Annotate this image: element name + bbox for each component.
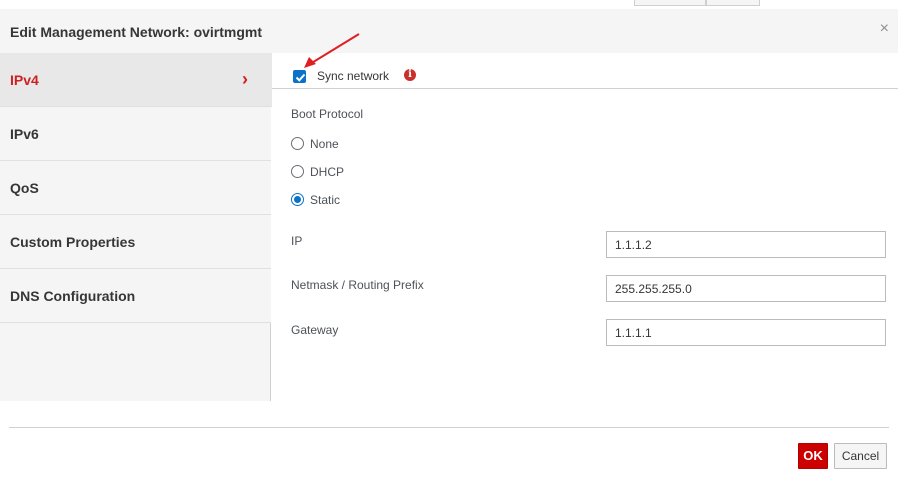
ok-button[interactable]: OK — [798, 443, 828, 469]
ip-label: IP — [291, 234, 303, 248]
sidebar-item-label: DNS Configuration — [10, 288, 136, 304]
sidebar-item-label: IPv6 — [10, 126, 39, 142]
background-window-strip — [0, 0, 898, 8]
radio-static[interactable] — [291, 193, 304, 206]
radio-label: Static — [310, 193, 341, 207]
gateway-label: Gateway — [291, 323, 339, 337]
check-icon — [295, 73, 306, 82]
sidebar-item-dns-configuration[interactable]: DNS Configuration — [0, 269, 271, 323]
background-window-fragment — [706, 0, 760, 6]
info-icon[interactable]: i — [404, 69, 416, 81]
boot-protocol-label: Boot Protocol — [291, 107, 364, 121]
ip-input[interactable] — [606, 231, 886, 258]
sidebar-item-custom-properties[interactable]: Custom Properties — [0, 215, 271, 269]
sidebar-item-qos[interactable]: QoS — [0, 161, 271, 215]
sidebar-item-ipv6[interactable]: IPv6 — [0, 107, 271, 161]
sync-network-label: Sync network — [317, 69, 390, 83]
chevron-right-icon: › — [242, 69, 248, 89]
sync-network-checkbox[interactable] — [293, 70, 306, 83]
radio-none[interactable] — [291, 137, 304, 150]
sidebar: IPv4 › IPv6 QoS Custom Properties DNS Co… — [0, 53, 272, 401]
netmask-input[interactable] — [606, 275, 886, 302]
annotation-arrow-icon — [304, 33, 360, 68]
radio-dhcp[interactable] — [291, 165, 304, 178]
close-icon[interactable]: × — [880, 20, 889, 38]
radio-label: None — [310, 137, 339, 151]
sidebar-item-label: Custom Properties — [10, 234, 136, 250]
background-window-fragment — [634, 0, 706, 6]
cancel-button[interactable]: Cancel — [834, 443, 887, 469]
gateway-input[interactable] — [606, 319, 886, 346]
dialog-title: Edit Management Network: ovirtmgmt — [10, 24, 263, 40]
sidebar-item-label: IPv4 — [10, 72, 39, 88]
footer-divider — [9, 427, 889, 428]
ipv4-panel: Sync network i Boot Protocol None DHCP S… — [272, 33, 898, 401]
radio-label: DHCP — [310, 165, 345, 179]
sidebar-item-label: QoS — [10, 180, 39, 196]
dialog-header: Edit Management Network: ovirtmgmt × — [0, 9, 898, 53]
sidebar-item-ipv4[interactable]: IPv4 › — [0, 53, 272, 107]
sync-network-row: Sync network i — [272, 33, 898, 89]
netmask-label: Netmask / Routing Prefix — [291, 278, 424, 292]
